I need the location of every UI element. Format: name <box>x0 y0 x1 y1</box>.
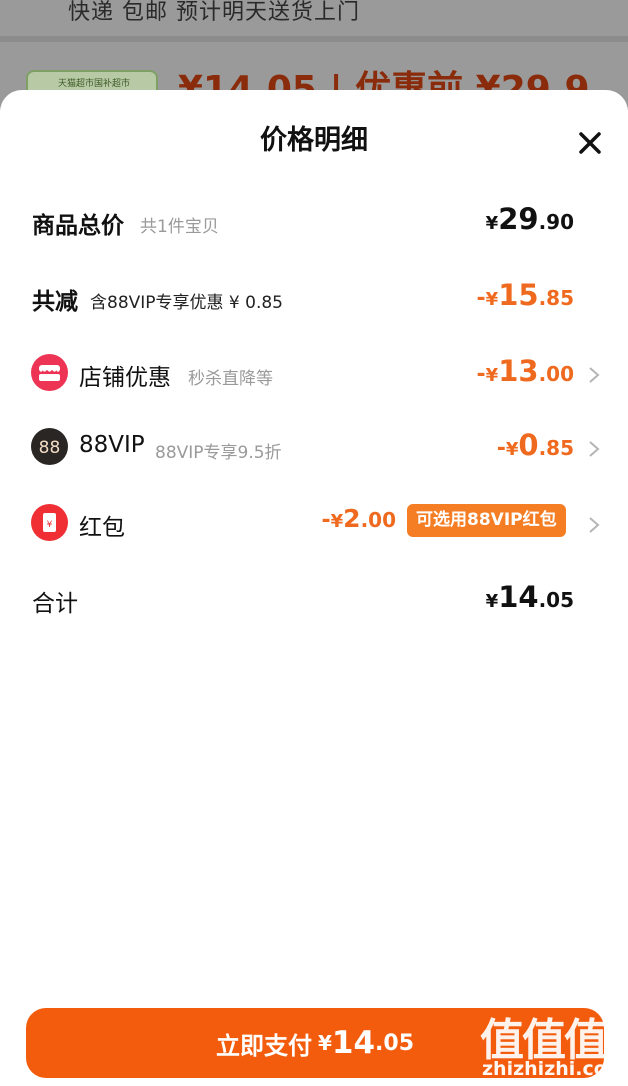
pay-amount-dec: .05 <box>375 1030 415 1056</box>
hongbao-amount: -¥2.00 <box>321 504 396 533</box>
hongbao-label: 红包 <box>79 515 125 541</box>
goods-count: 共1件宝贝 <box>140 217 219 237</box>
vip-discount-note: 88VIP专享9.5折 <box>155 443 282 463</box>
vip-label: 88VIP <box>79 432 145 458</box>
chevron-right-icon[interactable] <box>587 365 601 385</box>
shop-discount-amount: -¥13.00 <box>476 354 574 388</box>
sum-amount: ¥14.05 <box>485 580 574 614</box>
goods-total-label: 商品总价 <box>32 213 124 239</box>
sum-row: 合计 ¥14.05 <box>0 574 628 624</box>
hongbao-row[interactable]: ¥ 红包 -¥2.00 可选用88VIP红包 <box>0 498 628 548</box>
sheet-title: 价格明细 <box>260 125 368 156</box>
sum-label: 合计 <box>32 591 78 617</box>
shop-icon <box>31 354 68 391</box>
close-icon[interactable] <box>573 126 607 160</box>
chevron-right-icon[interactable] <box>587 515 601 535</box>
total-reduce-label: 共减 <box>32 289 78 315</box>
vip-icon: 88 <box>31 428 68 465</box>
total-reduce-amount: -¥15.85 <box>476 278 574 312</box>
shop-discount-label: 店铺优惠 <box>79 365 171 391</box>
goods-total-row: 商品总价 共1件宝贝 ¥29.90 <box>0 196 628 246</box>
pay-now-label: 立即支付 <box>215 1031 312 1060</box>
shop-discount-note: 秒杀直降等 <box>188 369 273 389</box>
total-reduce-row: 共减 含88VIP专享优惠 ¥ 0.85 -¥15.85 <box>0 272 628 322</box>
svg-text:¥: ¥ <box>47 520 53 530</box>
delivery-info: 快递 包邮 预计明天送货上门 <box>68 0 360 25</box>
goods-total-amount: ¥29.90 <box>485 202 574 236</box>
pay-now-button[interactable]: 立即支付 ¥14.05 <box>26 1008 604 1078</box>
shop-discount-row[interactable]: 店铺优惠 秒杀直降等 -¥13.00 <box>0 348 628 398</box>
price-detail-sheet: 价格明细 商品总价 共1件宝贝 ¥29.90 共减 含88VIP专享优惠 ¥ 0… <box>0 90 628 1086</box>
vip-discount-row[interactable]: 88 88VIP 88VIP专享9.5折 -¥0.85 <box>0 422 628 472</box>
chevron-right-icon[interactable] <box>587 439 601 459</box>
pay-currency: ¥ <box>317 1031 332 1055</box>
red-packet-icon: ¥ <box>31 504 68 541</box>
divider <box>0 36 628 42</box>
vip-hongbao-tag[interactable]: 可选用88VIP红包 <box>407 504 566 537</box>
pay-amount-int: 14 <box>331 1025 376 1061</box>
vip-discount-note: 含88VIP专享优惠 ¥ 0.85 <box>90 293 284 313</box>
vip-discount-amount: -¥0.85 <box>496 428 574 462</box>
svg-text:88: 88 <box>39 438 61 458</box>
